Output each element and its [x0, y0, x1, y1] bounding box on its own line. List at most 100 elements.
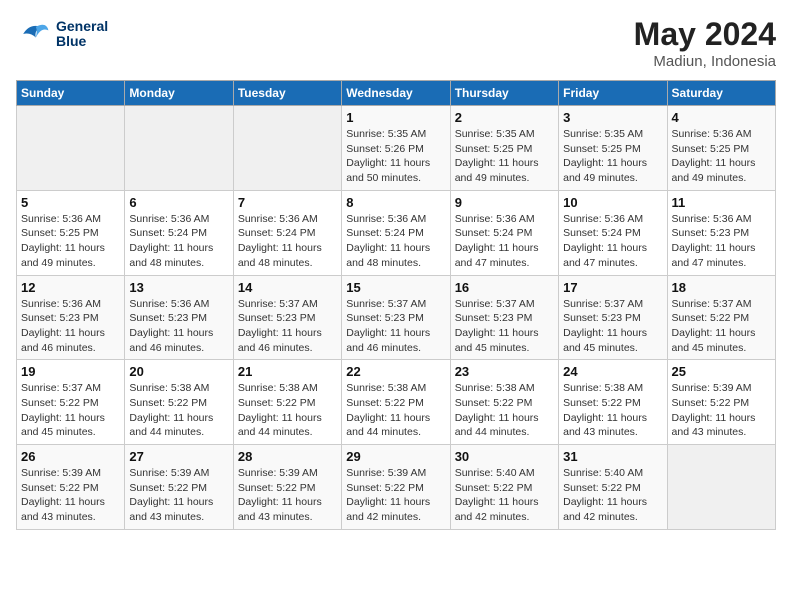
weekday-header: Monday: [125, 81, 233, 106]
logo-line2: Blue: [56, 34, 108, 49]
calendar-cell: 20 Sunrise: 5:38 AM Sunset: 5:22 PM Dayli…: [125, 360, 233, 445]
weekday-header: Saturday: [667, 81, 775, 106]
logo-text: General Blue: [56, 19, 108, 50]
calendar-cell: 28 Sunrise: 5:39 AM Sunset: 5:22 PM Dayli…: [233, 445, 341, 530]
calendar-cell: [667, 445, 775, 530]
day-detail: Sunrise: 5:39 AM Sunset: 5:22 PM Dayligh…: [21, 466, 120, 525]
day-number: 20: [129, 364, 228, 379]
day-detail: Sunrise: 5:40 AM Sunset: 5:22 PM Dayligh…: [455, 466, 554, 525]
day-number: 15: [346, 280, 445, 295]
calendar-table: SundayMondayTuesdayWednesdayThursdayFrid…: [16, 80, 776, 530]
day-number: 24: [563, 364, 662, 379]
calendar-cell: 24 Sunrise: 5:38 AM Sunset: 5:22 PM Dayli…: [559, 360, 667, 445]
calendar-cell: [17, 106, 125, 191]
day-number: 14: [238, 280, 337, 295]
day-detail: Sunrise: 5:36 AM Sunset: 5:23 PM Dayligh…: [21, 297, 120, 356]
day-detail: Sunrise: 5:38 AM Sunset: 5:22 PM Dayligh…: [346, 381, 445, 440]
calendar-cell: 12 Sunrise: 5:36 AM Sunset: 5:23 PM Dayli…: [17, 275, 125, 360]
calendar-cell: 14 Sunrise: 5:37 AM Sunset: 5:23 PM Dayli…: [233, 275, 341, 360]
day-number: 10: [563, 195, 662, 210]
day-detail: Sunrise: 5:39 AM Sunset: 5:22 PM Dayligh…: [238, 466, 337, 525]
day-number: 28: [238, 449, 337, 464]
calendar-cell: 18Sunrise: 5:37 AM Sunset: 5:22 PM Dayli…: [667, 275, 775, 360]
day-detail: Sunrise: 5:36 AM Sunset: 5:24 PM Dayligh…: [238, 212, 337, 271]
day-detail: Sunrise: 5:38 AM Sunset: 5:22 PM Dayligh…: [238, 381, 337, 440]
day-detail: Sunrise: 5:37 AM Sunset: 5:23 PM Dayligh…: [563, 297, 662, 356]
calendar-cell: 26 Sunrise: 5:39 AM Sunset: 5:22 PM Dayli…: [17, 445, 125, 530]
weekday-header: Thursday: [450, 81, 558, 106]
calendar-week-row: 26 Sunrise: 5:39 AM Sunset: 5:22 PM Dayli…: [17, 445, 776, 530]
calendar-cell: 30Sunrise: 5:40 AM Sunset: 5:22 PM Dayli…: [450, 445, 558, 530]
day-detail: Sunrise: 5:36 AM Sunset: 5:23 PM Dayligh…: [672, 212, 771, 271]
calendar-cell: 17 Sunrise: 5:37 AM Sunset: 5:23 PM Dayli…: [559, 275, 667, 360]
day-detail: Sunrise: 5:37 AM Sunset: 5:23 PM Dayligh…: [346, 297, 445, 356]
day-detail: Sunrise: 5:40 AM Sunset: 5:22 PM Dayligh…: [563, 466, 662, 525]
calendar-cell: [233, 106, 341, 191]
weekday-header: Friday: [559, 81, 667, 106]
day-detail: Sunrise: 5:38 AM Sunset: 5:22 PM Dayligh…: [455, 381, 554, 440]
day-detail: Sunrise: 5:35 AM Sunset: 5:26 PM Dayligh…: [346, 127, 445, 186]
weekday-header: Sunday: [17, 81, 125, 106]
day-number: 5: [21, 195, 120, 210]
calendar-cell: 19 Sunrise: 5:37 AM Sunset: 5:22 PM Dayli…: [17, 360, 125, 445]
day-detail: Sunrise: 5:35 AM Sunset: 5:25 PM Dayligh…: [563, 127, 662, 186]
day-detail: Sunrise: 5:35 AM Sunset: 5:25 PM Dayligh…: [455, 127, 554, 186]
day-number: 3: [563, 110, 662, 125]
day-detail: Sunrise: 5:36 AM Sunset: 5:24 PM Dayligh…: [455, 212, 554, 271]
day-detail: Sunrise: 5:36 AM Sunset: 5:23 PM Dayligh…: [129, 297, 228, 356]
calendar-week-row: 19 Sunrise: 5:37 AM Sunset: 5:22 PM Dayli…: [17, 360, 776, 445]
day-detail: Sunrise: 5:36 AM Sunset: 5:24 PM Dayligh…: [563, 212, 662, 271]
location: Madiun, Indonesia: [634, 53, 776, 70]
weekday-header: Wednesday: [342, 81, 450, 106]
day-number: 26: [21, 449, 120, 464]
calendar-cell: 29Sunrise: 5:39 AM Sunset: 5:22 PM Dayli…: [342, 445, 450, 530]
day-detail: Sunrise: 5:39 AM Sunset: 5:22 PM Dayligh…: [672, 381, 771, 440]
calendar-cell: 22Sunrise: 5:38 AM Sunset: 5:22 PM Dayli…: [342, 360, 450, 445]
day-number: 1: [346, 110, 445, 125]
calendar-cell: 2 Sunrise: 5:35 AM Sunset: 5:25 PM Daylig…: [450, 106, 558, 191]
day-detail: Sunrise: 5:38 AM Sunset: 5:22 PM Dayligh…: [129, 381, 228, 440]
day-number: 23: [455, 364, 554, 379]
calendar-cell: 4 Sunrise: 5:36 AM Sunset: 5:25 PM Daylig…: [667, 106, 775, 191]
calendar-cell: 31 Sunrise: 5:40 AM Sunset: 5:22 PM Dayli…: [559, 445, 667, 530]
calendar-cell: 25Sunrise: 5:39 AM Sunset: 5:22 PM Dayli…: [667, 360, 775, 445]
day-number: 18: [672, 280, 771, 295]
day-detail: Sunrise: 5:36 AM Sunset: 5:24 PM Dayligh…: [346, 212, 445, 271]
day-number: 2: [455, 110, 554, 125]
calendar-cell: 11 Sunrise: 5:36 AM Sunset: 5:23 PM Dayli…: [667, 190, 775, 275]
day-detail: Sunrise: 5:37 AM Sunset: 5:23 PM Dayligh…: [455, 297, 554, 356]
day-number: 6: [129, 195, 228, 210]
calendar-cell: [125, 106, 233, 191]
day-number: 17: [563, 280, 662, 295]
logo-icon: [16, 16, 52, 52]
logo-line1: General: [56, 19, 108, 34]
day-number: 27: [129, 449, 228, 464]
calendar-header: SundayMondayTuesdayWednesdayThursdayFrid…: [17, 81, 776, 106]
calendar-cell: 27Sunrise: 5:39 AM Sunset: 5:22 PM Dayli…: [125, 445, 233, 530]
day-number: 19: [21, 364, 120, 379]
day-number: 31: [563, 449, 662, 464]
day-number: 11: [672, 195, 771, 210]
calendar-cell: 1 Sunrise: 5:35 AM Sunset: 5:26 PM Daylig…: [342, 106, 450, 191]
day-detail: Sunrise: 5:36 AM Sunset: 5:25 PM Dayligh…: [672, 127, 771, 186]
month-year: May 2024: [634, 16, 776, 53]
calendar-cell: 5 Sunrise: 5:36 AM Sunset: 5:25 PM Daylig…: [17, 190, 125, 275]
day-number: 4: [672, 110, 771, 125]
calendar-cell: 3 Sunrise: 5:35 AM Sunset: 5:25 PM Daylig…: [559, 106, 667, 191]
day-detail: Sunrise: 5:38 AM Sunset: 5:22 PM Dayligh…: [563, 381, 662, 440]
calendar-cell: 15 Sunrise: 5:37 AM Sunset: 5:23 PM Dayli…: [342, 275, 450, 360]
calendar-cell: 9 Sunrise: 5:36 AM Sunset: 5:24 PM Daylig…: [450, 190, 558, 275]
day-number: 9: [455, 195, 554, 210]
day-number: 7: [238, 195, 337, 210]
day-number: 12: [21, 280, 120, 295]
calendar-week-row: 1 Sunrise: 5:35 AM Sunset: 5:26 PM Daylig…: [17, 106, 776, 191]
day-detail: Sunrise: 5:37 AM Sunset: 5:22 PM Dayligh…: [21, 381, 120, 440]
day-number: 13: [129, 280, 228, 295]
day-detail: Sunrise: 5:37 AM Sunset: 5:23 PM Dayligh…: [238, 297, 337, 356]
calendar-cell: 16Sunrise: 5:37 AM Sunset: 5:23 PM Dayli…: [450, 275, 558, 360]
calendar-cell: 6Sunrise: 5:36 AM Sunset: 5:24 PM Daylig…: [125, 190, 233, 275]
day-detail: Sunrise: 5:39 AM Sunset: 5:22 PM Dayligh…: [346, 466, 445, 525]
day-number: 8: [346, 195, 445, 210]
page-header: General Blue May 2024 Madiun, Indonesia: [16, 16, 776, 70]
day-detail: Sunrise: 5:36 AM Sunset: 5:25 PM Dayligh…: [21, 212, 120, 271]
